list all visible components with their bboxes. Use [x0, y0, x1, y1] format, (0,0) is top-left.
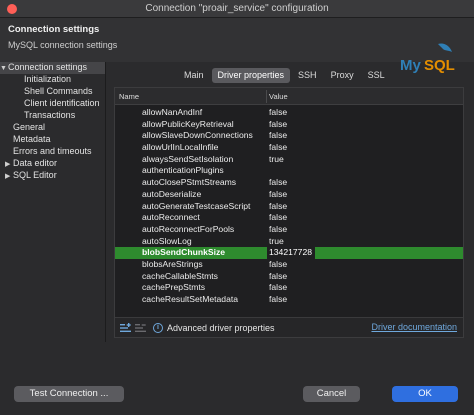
collapse-all-icon[interactable]: [135, 323, 147, 333]
property-name: autoReconnect: [142, 212, 200, 223]
nav-client-identification[interactable]: Client identification: [24, 98, 100, 110]
property-name: autoSlowLog: [142, 235, 192, 246]
property-name: allowNanAndInf: [142, 107, 203, 117]
svg-text:My: My: [400, 57, 421, 74]
tab-main[interactable]: Main: [178, 68, 210, 83]
property-name: autoDeserialize: [142, 188, 202, 199]
property-name: blobSendChunkSize: [142, 247, 226, 258]
table-row[interactable]: allowNanAndInf false: [115, 107, 463, 119]
property-value[interactable]: false: [269, 259, 287, 271]
nav-shell-commands[interactable]: Shell Commands: [24, 86, 93, 98]
chevron-right-icon[interactable]: ▶: [5, 160, 13, 168]
table-row[interactable]: allowSlaveDownConnections false: [115, 130, 463, 142]
table-row[interactable]: allowUrlInLocalInfile false: [115, 142, 463, 154]
property-name: blobsAreStrings: [142, 258, 203, 269]
settings-tabs: Main Driver properties SSH Proxy SSL: [178, 68, 391, 83]
nav-data-editor[interactable]: ▶ Data editor: [5, 158, 57, 170]
driver-documentation-link[interactable]: Driver documentation: [371, 322, 457, 332]
table-row[interactable]: cacheCallableStmts false: [115, 271, 463, 283]
settings-header: Connection settings MySQL connection set…: [0, 18, 474, 74]
mysql-logo-icon: My SQL: [400, 43, 455, 74]
page-title: Connection settings: [8, 24, 100, 35]
table-row[interactable]: authenticationPlugins: [115, 165, 463, 177]
table-row[interactable]: autoReconnect false: [115, 212, 463, 224]
table-row[interactable]: autoClosePStmtStreams false: [115, 177, 463, 189]
table-row[interactable]: allowPublicKeyRetrieval false: [115, 119, 463, 131]
property-name: autoClosePStmtStreams: [142, 177, 237, 188]
info-icon: i: [153, 323, 163, 333]
property-name: allowUrlInLocalInfile: [142, 142, 219, 153]
table-row[interactable]: blobSendChunkSize 134217728: [115, 247, 463, 259]
property-value[interactable]: false: [269, 282, 287, 294]
expand-all-icon[interactable]: [120, 323, 132, 333]
nav-errors-timeouts[interactable]: Errors and timeouts: [13, 146, 92, 158]
tab-driver-properties[interactable]: Driver properties: [211, 68, 291, 83]
property-name: allowPublicKeyRetrieval: [142, 118, 234, 129]
window-title: Connection "proair_service" configuratio…: [145, 3, 329, 14]
table-row[interactable]: blobsAreStrings false: [115, 259, 463, 271]
property-value[interactable]: 134217728: [267, 247, 315, 259]
property-value[interactable]: false: [269, 119, 287, 131]
table-header: Name Value: [115, 88, 463, 105]
property-name: cacheResultSetMetadata: [142, 294, 239, 304]
property-name: autoReconnectForPools: [142, 223, 235, 234]
table-row[interactable]: alwaysSendSetIsolation true: [115, 154, 463, 166]
nav-general[interactable]: General: [13, 122, 45, 134]
cancel-button[interactable]: Cancel: [303, 386, 360, 402]
property-value[interactable]: true: [269, 154, 284, 166]
property-name: autoGenerateTestcaseScript: [142, 200, 251, 211]
property-name: cacheCallableStmts: [142, 270, 218, 281]
column-header-name[interactable]: Name: [119, 92, 139, 101]
table-row[interactable]: autoGenerateTestcaseScript false: [115, 201, 463, 213]
settings-nav: ▼Connection settings Initialization Shel…: [0, 62, 106, 342]
property-value[interactable]: false: [269, 271, 287, 283]
chevron-right-icon[interactable]: ▶: [5, 172, 13, 180]
property-name: allowSlaveDownConnections: [142, 130, 253, 141]
column-header-value[interactable]: Value: [269, 92, 288, 101]
property-value[interactable]: false: [269, 142, 287, 154]
property-value[interactable]: false: [269, 201, 287, 213]
tab-ssh[interactable]: SSH: [292, 68, 323, 83]
table-row[interactable]: cachePrepStmts false: [115, 282, 463, 294]
property-value[interactable]: false: [269, 294, 287, 306]
property-name: alwaysSendSetIsolation: [142, 153, 234, 164]
property-name: cachePrepStmts: [142, 282, 206, 293]
svg-text:SQL: SQL: [424, 57, 455, 74]
nav-sql-editor[interactable]: ▶ SQL Editor: [5, 170, 57, 182]
property-value[interactable]: true: [269, 236, 284, 248]
nav-initialization[interactable]: Initialization: [24, 74, 71, 86]
panel-footer: i Advanced driver properties Driver docu…: [115, 317, 463, 337]
table-row[interactable]: autoDeserialize false: [115, 189, 463, 201]
driver-properties-panel: Name Value allowNanAndInf false allowPubli…: [114, 87, 464, 338]
properties-table: allowNanAndInf false allowPublicKeyRetriev…: [115, 107, 463, 306]
property-value[interactable]: false: [269, 177, 287, 189]
property-name: authenticationPlugins: [142, 165, 224, 176]
table-row[interactable]: cacheResultSetMetadata false: [115, 294, 463, 306]
nav-transactions[interactable]: Transactions: [24, 110, 75, 122]
property-value[interactable]: false: [269, 130, 287, 142]
column-divider[interactable]: [266, 90, 267, 103]
nav-metadata[interactable]: Metadata: [13, 134, 51, 146]
ok-button[interactable]: OK: [392, 386, 458, 402]
property-value[interactable]: false: [269, 107, 287, 119]
chevron-down-icon[interactable]: ▼: [0, 65, 8, 72]
nav-connection-settings[interactable]: ▼Connection settings: [0, 62, 105, 74]
property-value[interactable]: false: [269, 224, 287, 236]
property-value[interactable]: false: [269, 189, 287, 201]
tab-ssl[interactable]: SSL: [362, 68, 391, 83]
tab-proxy[interactable]: Proxy: [325, 68, 360, 83]
page-subtitle: MySQL connection settings: [8, 40, 118, 50]
title-bar: Connection "proair_service" configuratio…: [0, 0, 474, 18]
table-row[interactable]: autoSlowLog true: [115, 236, 463, 248]
table-row[interactable]: autoReconnectForPools false: [115, 224, 463, 236]
test-connection-button[interactable]: Test Connection ...: [14, 386, 124, 402]
property-value[interactable]: false: [269, 212, 287, 224]
advanced-properties-label: Advanced driver properties: [167, 323, 275, 333]
